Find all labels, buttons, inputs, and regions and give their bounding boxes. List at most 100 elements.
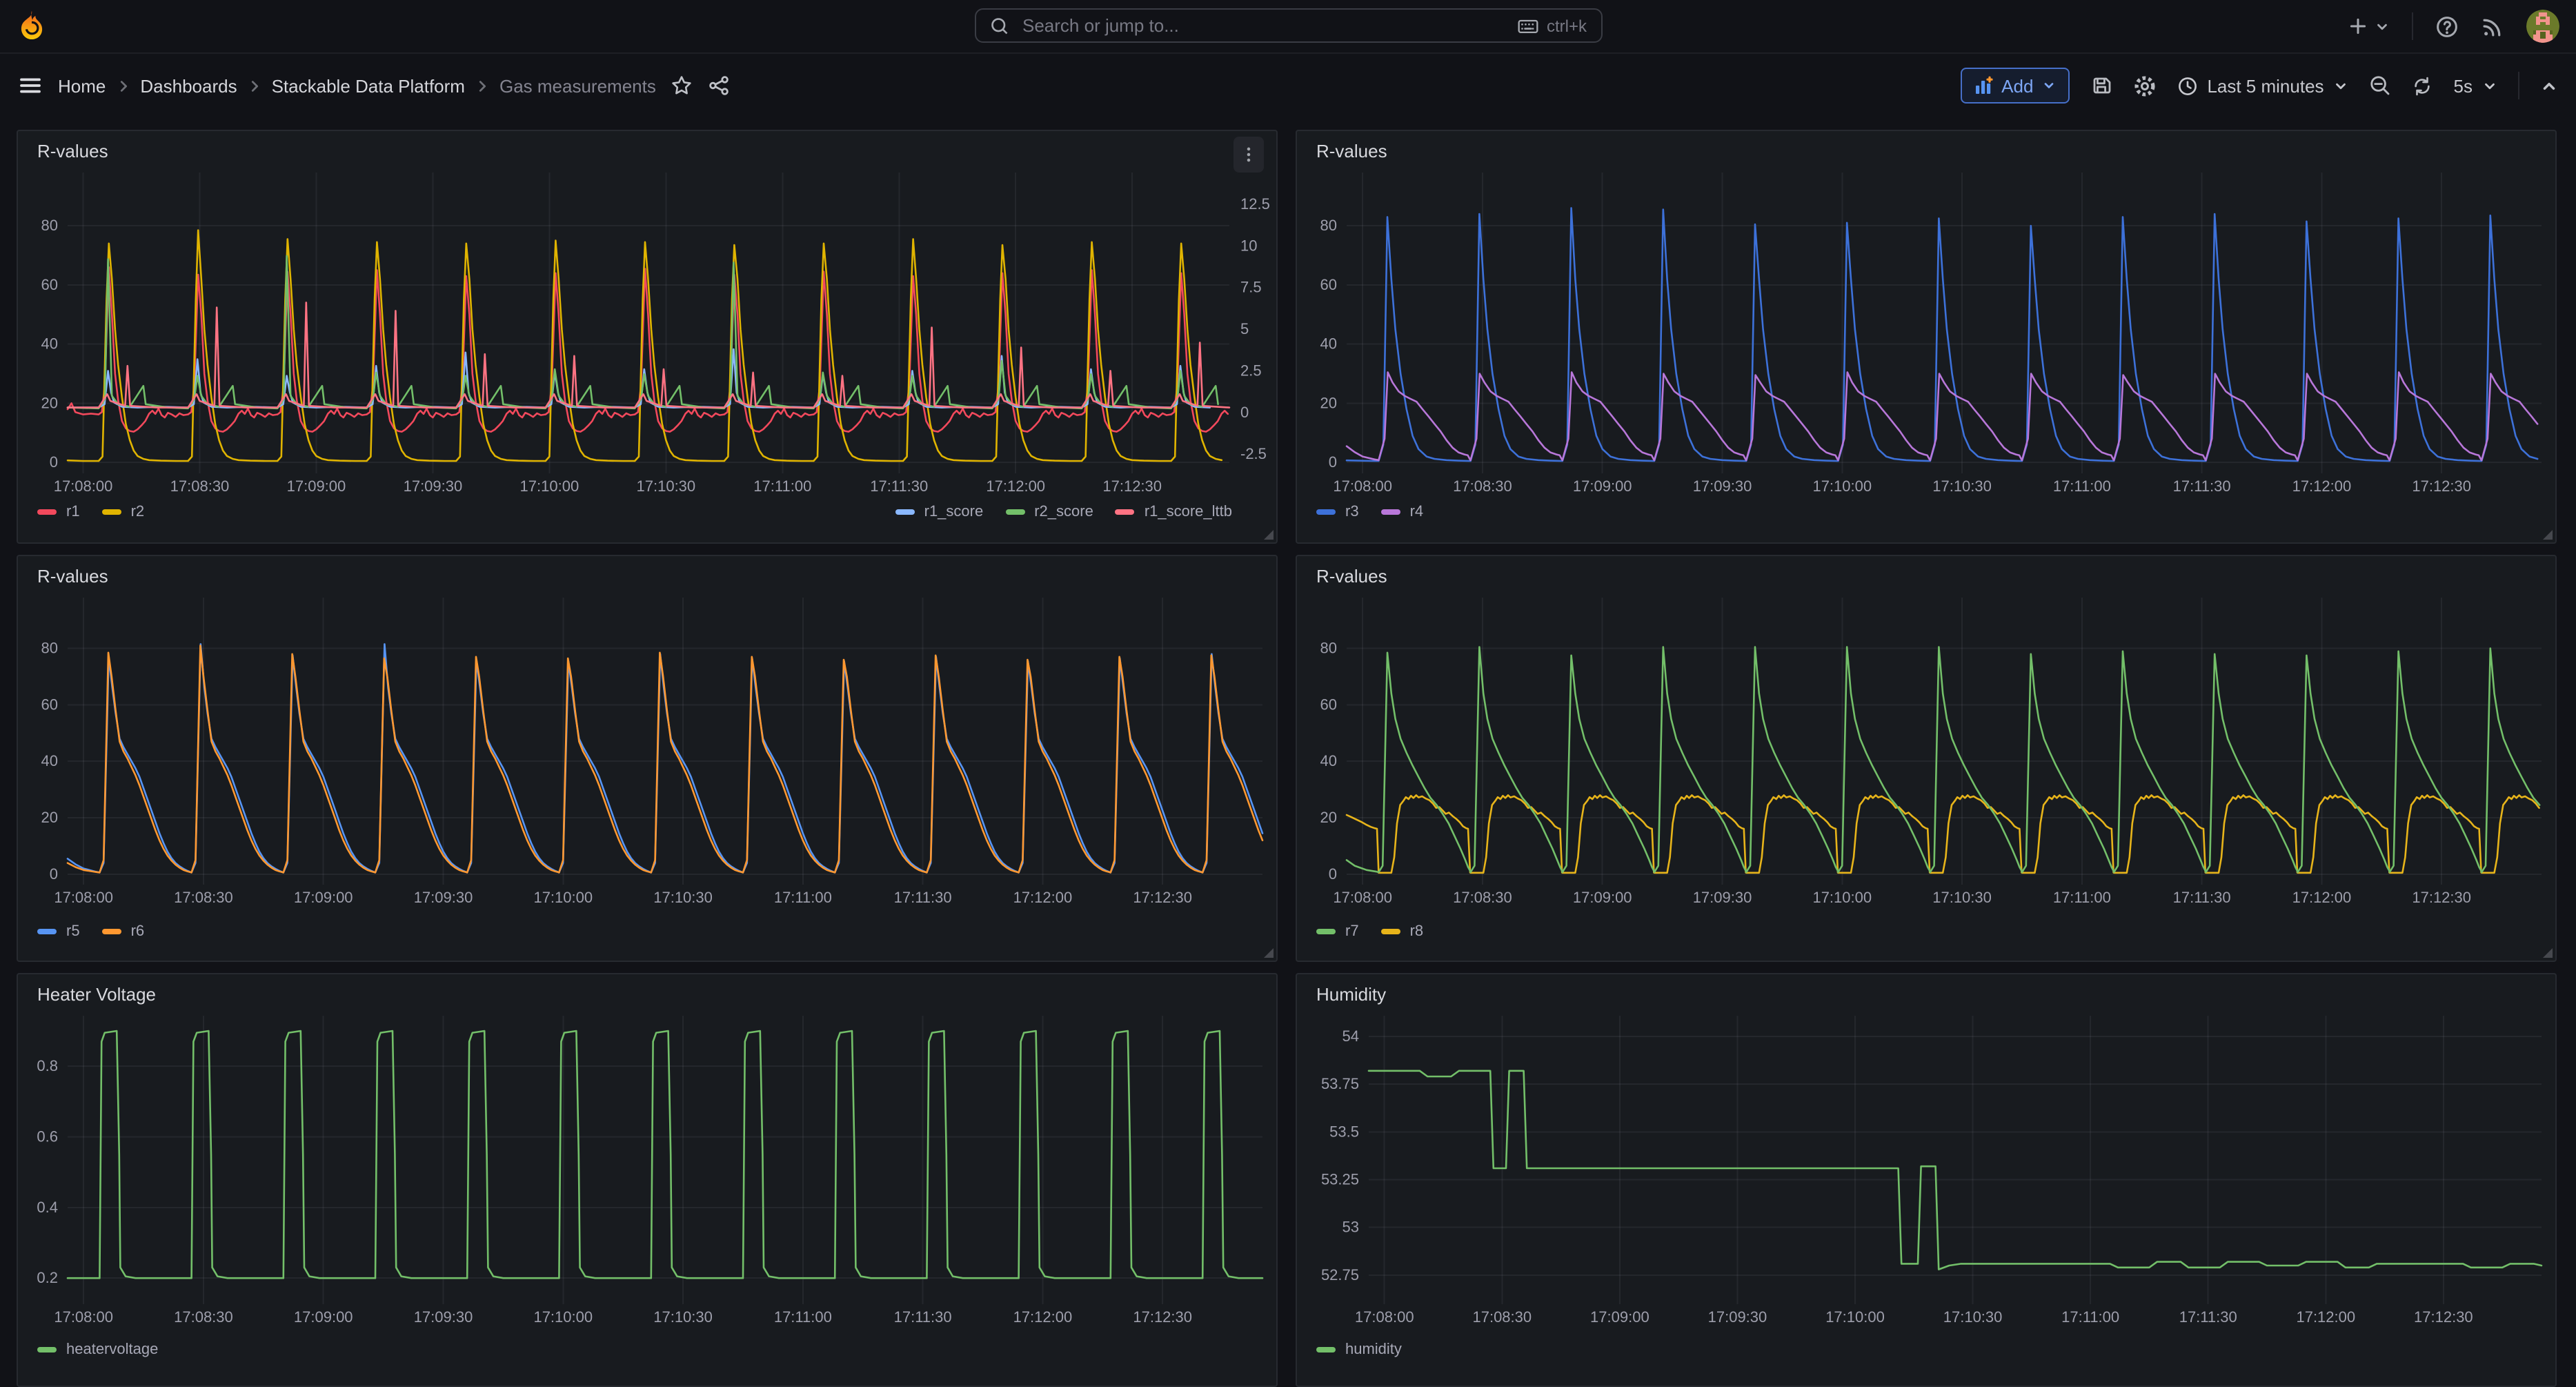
svg-text:20: 20 bbox=[41, 809, 58, 826]
svg-text:40: 40 bbox=[41, 335, 58, 353]
user-avatar[interactable] bbox=[2526, 10, 2559, 43]
svg-text:17:11:00: 17:11:00 bbox=[2061, 1308, 2119, 1326]
legend-item-r4[interactable]: r4 bbox=[1381, 504, 1424, 520]
grafana-dashboard: ctrl+k bbox=[0, 0, 2576, 1357]
panel-resize-handle[interactable] bbox=[1264, 948, 1274, 958]
dashboard-toolbar: Home Dashboards Stackable Data Platform … bbox=[0, 54, 2576, 117]
legend: r1 r2 r1_score r2_score r1_score_lttb bbox=[37, 504, 1232, 520]
zoom-out-button[interactable] bbox=[2370, 75, 2392, 97]
share-button[interactable] bbox=[709, 75, 731, 97]
time-series-chart[interactable]: 17:08:0017:08:3017:09:0017:09:3017:10:00… bbox=[1297, 974, 2557, 1387]
svg-text:60: 60 bbox=[41, 276, 58, 293]
legend-item-r7[interactable]: r7 bbox=[1316, 923, 1359, 940]
time-series-chart[interactable]: 17:08:0017:08:3017:09:0017:09:3017:10:00… bbox=[18, 131, 1278, 544]
series-color-swatch bbox=[102, 509, 121, 515]
help-button[interactable] bbox=[2435, 14, 2459, 38]
panel-menu-button[interactable] bbox=[1233, 137, 1264, 173]
legend-item-r8[interactable]: r8 bbox=[1381, 923, 1424, 940]
panel-title[interactable]: R-values bbox=[37, 141, 108, 161]
refresh-button[interactable] bbox=[2412, 75, 2433, 96]
panel-resize-handle[interactable] bbox=[2543, 948, 2553, 958]
time-series-chart[interactable]: 17:08:0017:08:3017:09:0017:09:3017:10:00… bbox=[1297, 131, 2557, 544]
graph-bar-icon bbox=[1974, 76, 1993, 95]
svg-text:17:12:30: 17:12:30 bbox=[2412, 889, 2471, 906]
svg-text:17:11:00: 17:11:00 bbox=[774, 1308, 832, 1326]
dashboard-settings-button[interactable] bbox=[2132, 74, 2156, 97]
svg-text:0.8: 0.8 bbox=[37, 1057, 58, 1074]
panel-title[interactable]: R-values bbox=[1316, 141, 1387, 161]
svg-text:17:08:00: 17:08:00 bbox=[1355, 1308, 1414, 1326]
svg-text:17:10:00: 17:10:00 bbox=[1825, 1308, 1885, 1326]
keyboard-shortcut-badge: ctrl+k bbox=[1518, 14, 1587, 37]
add-button[interactable]: Add bbox=[1960, 68, 2069, 104]
legend-item-r1_score_lttb[interactable]: r1_score_lttb bbox=[1116, 504, 1232, 520]
svg-text:17:12:30: 17:12:30 bbox=[1133, 889, 1192, 906]
panel-title[interactable]: Heater Voltage bbox=[37, 984, 156, 1005]
global-search[interactable]: ctrl+k bbox=[974, 8, 1602, 43]
svg-text:17:12:30: 17:12:30 bbox=[2414, 1308, 2473, 1326]
legend-item-r6[interactable]: r6 bbox=[102, 923, 145, 940]
top-bar: ctrl+k bbox=[0, 0, 2576, 54]
legend: r7 r8 bbox=[1316, 923, 2539, 940]
breadcrumb-dashboards[interactable]: Dashboards bbox=[140, 75, 237, 96]
breadcrumb-folder[interactable]: Stackable Data Platform bbox=[272, 75, 465, 96]
time-series-chart[interactable]: 17:08:0017:08:3017:09:0017:09:3017:10:00… bbox=[18, 556, 1278, 962]
time-series-chart[interactable]: 17:08:0017:08:3017:09:0017:09:3017:10:00… bbox=[1297, 556, 2557, 962]
legend-label: r1 bbox=[66, 504, 80, 520]
legend-item-r5[interactable]: r5 bbox=[37, 923, 80, 940]
refresh-interval-select[interactable]: 5s bbox=[2454, 75, 2497, 96]
time-range-picker[interactable]: Last 5 minutes bbox=[2177, 75, 2348, 96]
svg-text:17:09:00: 17:09:00 bbox=[294, 1308, 353, 1326]
save-dashboard-button[interactable] bbox=[2090, 75, 2112, 97]
time-series-chart[interactable]: 17:08:0017:08:3017:09:0017:09:3017:10:00… bbox=[18, 974, 1278, 1387]
panel-r-values-2: R-values 17:08:0017:08:3017:09:0017:09:3… bbox=[1296, 130, 2557, 544]
panel-title[interactable]: R-values bbox=[37, 566, 108, 587]
collapse-controls-button[interactable] bbox=[2540, 77, 2558, 95]
panel-resize-handle[interactable] bbox=[1264, 530, 1274, 540]
svg-text:17:10:30: 17:10:30 bbox=[653, 889, 713, 906]
divider bbox=[2518, 72, 2519, 99]
legend-group: r5 r6 bbox=[37, 923, 144, 940]
svg-text:17:10:30: 17:10:30 bbox=[1932, 478, 1992, 495]
legend-item-r3[interactable]: r3 bbox=[1316, 504, 1359, 520]
svg-text:17:08:00: 17:08:00 bbox=[54, 478, 113, 495]
menu-toggle-button[interactable] bbox=[18, 73, 43, 98]
legend-label: r2 bbox=[131, 504, 145, 520]
panel-resize-handle[interactable] bbox=[2543, 530, 2553, 540]
news-icon[interactable] bbox=[2481, 14, 2504, 38]
new-button[interactable] bbox=[2347, 15, 2390, 37]
svg-text:17:11:00: 17:11:00 bbox=[2053, 478, 2111, 495]
legend-item-r2_score[interactable]: r2_score bbox=[1005, 504, 1093, 520]
panel-title[interactable]: R-values bbox=[1316, 566, 1387, 587]
svg-text:80: 80 bbox=[1320, 640, 1337, 657]
svg-text:17:10:00: 17:10:00 bbox=[533, 889, 593, 906]
svg-text:17:09:00: 17:09:00 bbox=[294, 889, 353, 906]
svg-text:0.4: 0.4 bbox=[37, 1199, 58, 1216]
svg-text:53.75: 53.75 bbox=[1321, 1075, 1359, 1092]
svg-text:17:11:30: 17:11:30 bbox=[894, 1308, 952, 1326]
series-color-swatch bbox=[1005, 509, 1024, 515]
favorite-star-button[interactable] bbox=[671, 75, 693, 97]
divider bbox=[2412, 12, 2413, 40]
legend-item-heatervoltage[interactable]: heatervoltage bbox=[37, 1341, 158, 1358]
svg-text:-2.5: -2.5 bbox=[1240, 445, 1267, 462]
svg-text:80: 80 bbox=[1320, 217, 1337, 234]
panel-heater-voltage: Heater Voltage 17:08:00 17:08:30 17:09:00 1… bbox=[17, 973, 1278, 1387]
breadcrumb-home[interactable]: Home bbox=[58, 75, 106, 96]
legend-item-r1[interactable]: r1 bbox=[37, 504, 80, 520]
legend-label: r4 bbox=[1410, 504, 1424, 520]
legend-item-r2[interactable]: r2 bbox=[102, 504, 145, 520]
search-input[interactable] bbox=[1020, 14, 1507, 37]
svg-text:17:08:00: 17:08:00 bbox=[54, 1308, 113, 1326]
panel-title[interactable]: Humidity bbox=[1316, 984, 1386, 1005]
legend-item-r1_score[interactable]: r1_score bbox=[895, 504, 984, 520]
svg-text:17:09:00: 17:09:00 bbox=[1573, 478, 1632, 495]
grafana-logo-icon[interactable] bbox=[17, 10, 47, 43]
svg-text:17:09:00: 17:09:00 bbox=[1590, 1308, 1649, 1326]
legend-item-humidity[interactable]: humidity bbox=[1316, 1341, 1402, 1358]
svg-text:17:11:00: 17:11:00 bbox=[753, 478, 811, 495]
legend-group: r7 r8 bbox=[1316, 923, 1423, 940]
svg-text:17:08:30: 17:08:30 bbox=[174, 1308, 233, 1326]
svg-text:0: 0 bbox=[1329, 865, 1337, 883]
svg-text:2.5: 2.5 bbox=[1240, 362, 1262, 379]
